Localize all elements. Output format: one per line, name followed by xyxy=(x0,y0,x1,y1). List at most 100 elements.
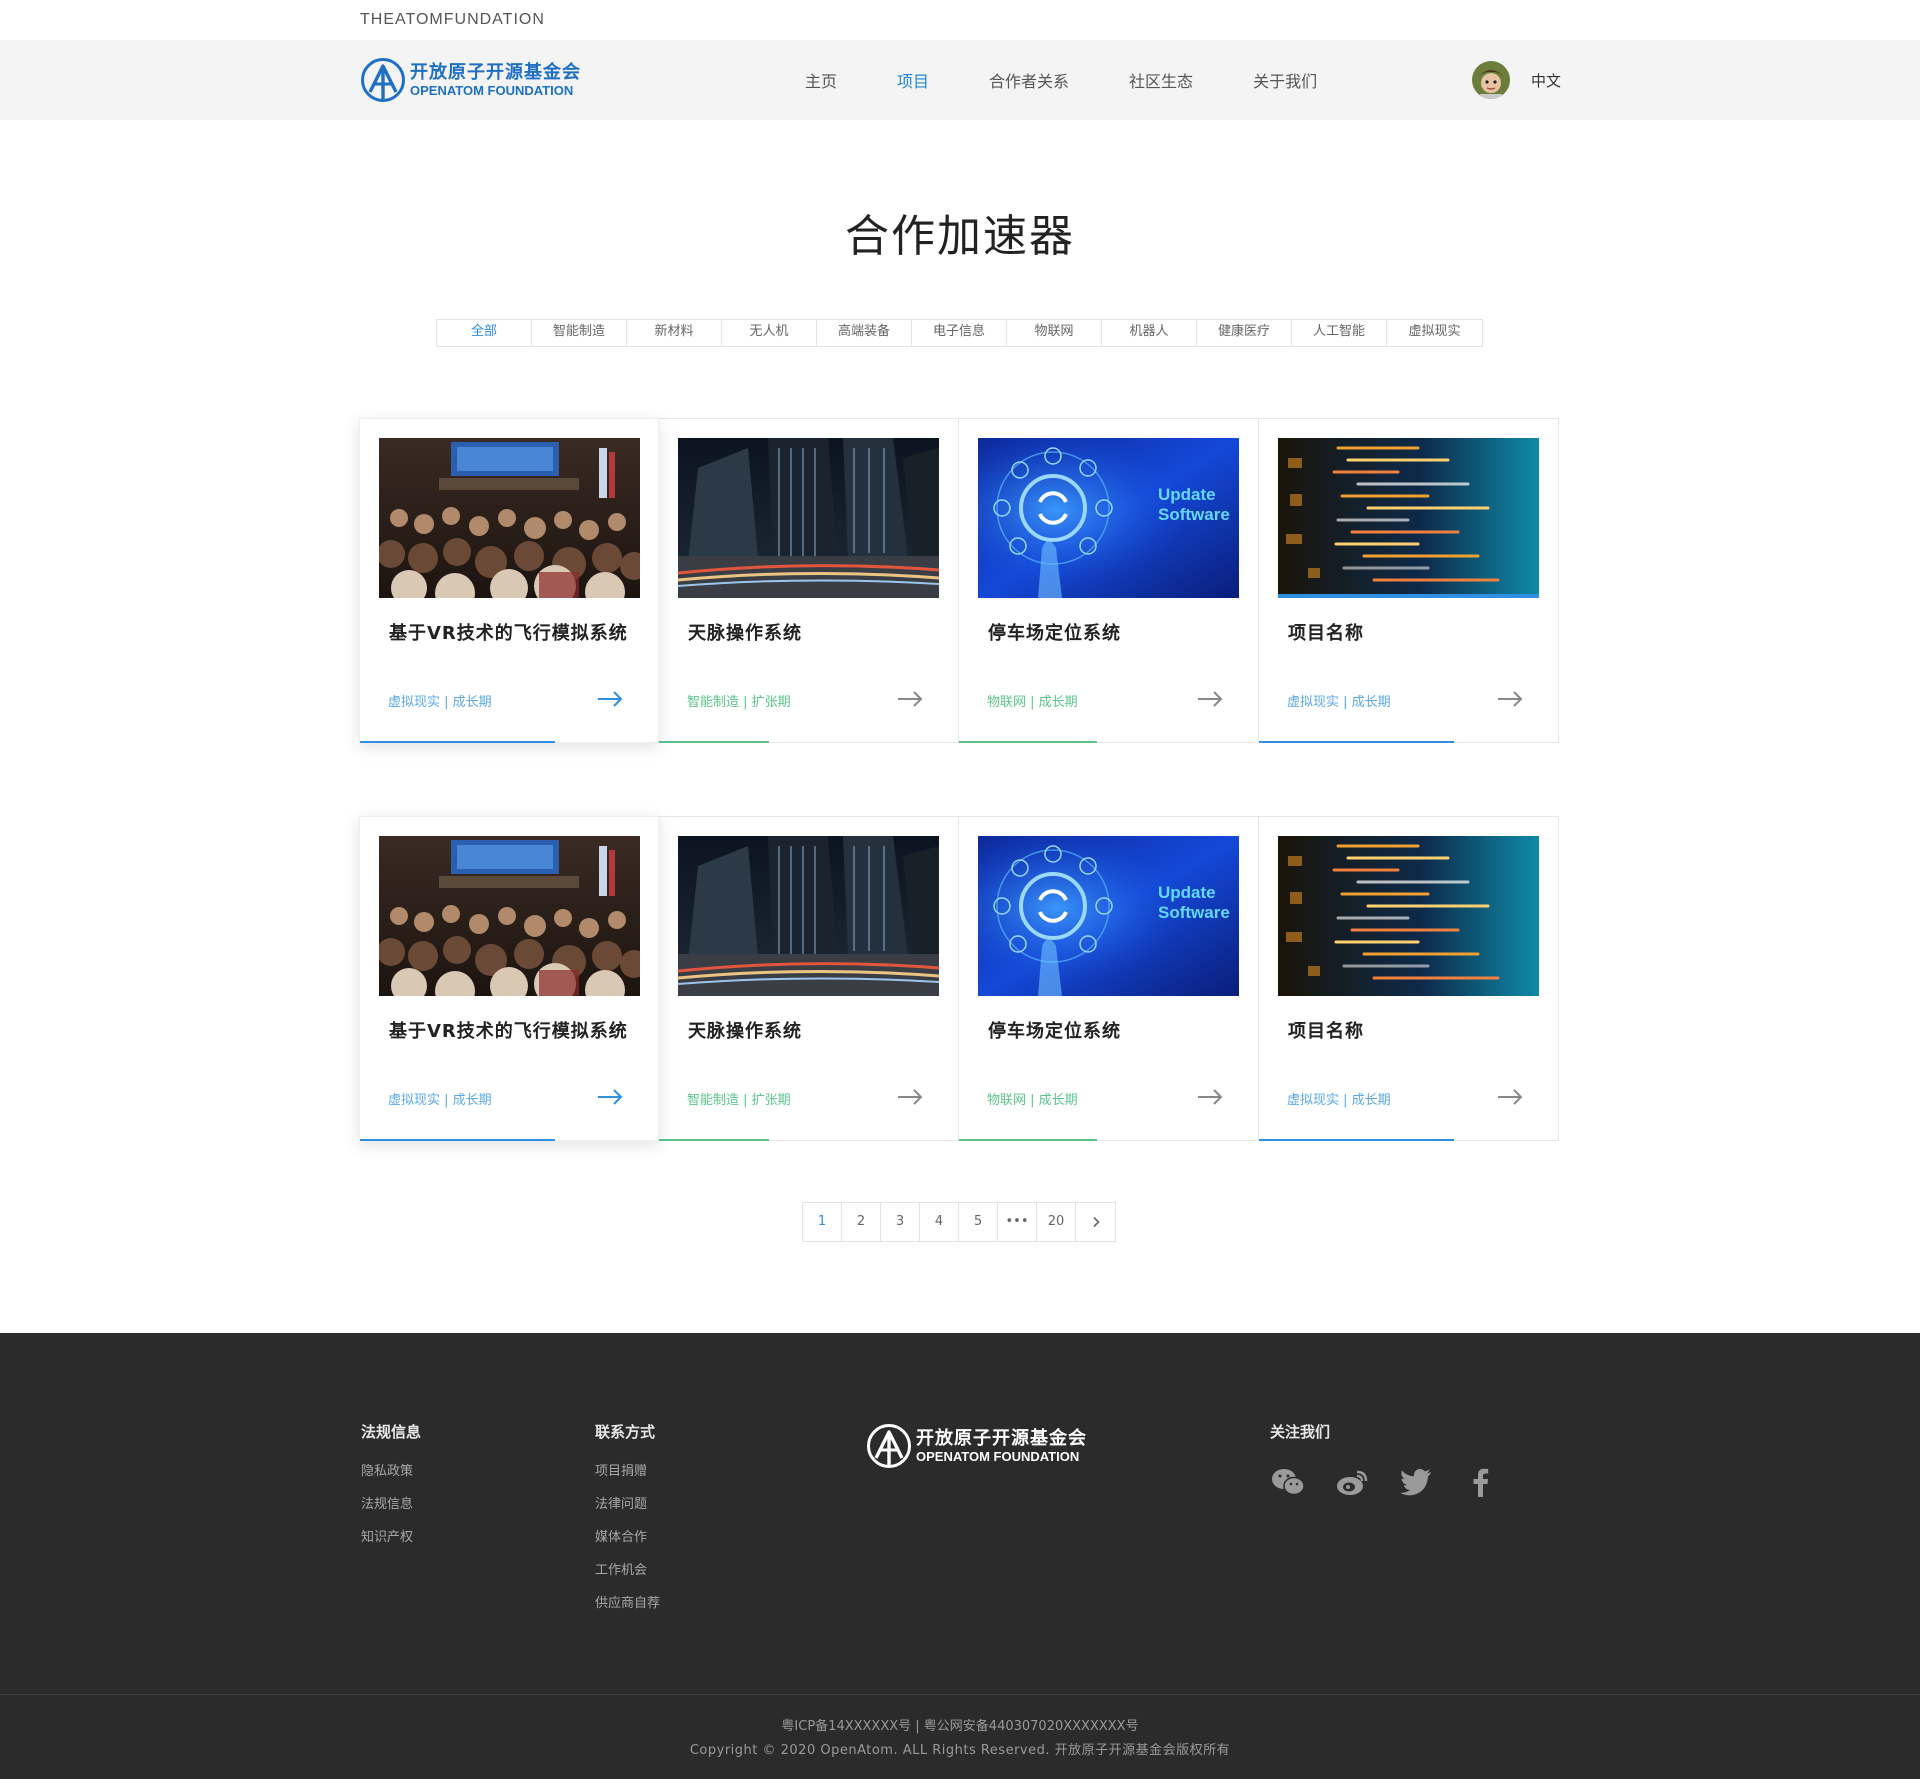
logo[interactable]: 开放原子开源基金会 OPENATOM FOUNDATION xyxy=(360,57,581,103)
filter-high-end-equipment[interactable]: 高端装备 xyxy=(817,320,912,346)
footer-contact-heading: 联系方式 xyxy=(595,1423,656,1441)
arrow-right-icon[interactable] xyxy=(1496,689,1524,709)
project-meta: 智能制造 | 扩张期 xyxy=(687,1093,791,1108)
project-title: 天脉操作系统 xyxy=(688,1021,802,1042)
footer-copyright: Copyright © 2020 OpenAtom. ALL Rights Re… xyxy=(689,1743,1231,1758)
twitter-icon[interactable] xyxy=(1398,1464,1434,1500)
arrow-right-icon[interactable] xyxy=(896,689,924,709)
footer: 法规信息 隐私政策 法规信息 知识产权 联系方式 项目捐赠 法律问题 媒体合作 … xyxy=(0,1333,1920,1779)
project-card[interactable]: 基于VR技术的飞行模拟系统 虚拟现实 | 成长期 xyxy=(359,418,659,743)
project-grid-row-2: 基于VR技术的飞行模拟系统 虚拟现实 | 成长期 天脉操作系统 智能制造 | 扩… xyxy=(359,816,1559,1141)
code-screen-photo xyxy=(1278,438,1539,598)
wechat-icon[interactable] xyxy=(1270,1464,1306,1500)
arrow-right-icon[interactable] xyxy=(1196,1087,1224,1107)
card-accent-bar xyxy=(1259,1139,1454,1141)
next-page-button[interactable] xyxy=(1076,1203,1115,1241)
footer-icp: 粤ICP备14XXXXXX号 | 粤公网安备440307020XXXXXXX号 xyxy=(781,1719,1139,1734)
page-ellipsis: ••• xyxy=(998,1203,1037,1241)
pagination: 1 2 3 4 5 ••• 20 xyxy=(802,1202,1116,1242)
footer-legal-heading: 法规信息 xyxy=(361,1423,422,1441)
page-button[interactable]: 4 xyxy=(920,1203,959,1241)
project-title: 停车场定位系统 xyxy=(988,1021,1121,1042)
filter-new-materials[interactable]: 新材料 xyxy=(627,320,722,346)
page-title: 合作加速器 xyxy=(845,211,1075,262)
project-meta: 虚拟现实 | 成长期 xyxy=(388,695,492,710)
page-button[interactable]: 2 xyxy=(842,1203,881,1241)
page-button[interactable]: 1 xyxy=(803,1203,842,1241)
footer-logo[interactable]: 开放原子开源基金会 OPENATOM FOUNDATION xyxy=(866,1423,1087,1469)
footer-link-media[interactable]: 媒体合作 xyxy=(595,1521,660,1554)
arrow-right-icon[interactable] xyxy=(896,1087,924,1107)
footer-link-regulations[interactable]: 法规信息 xyxy=(361,1488,421,1521)
arrow-right-icon[interactable] xyxy=(596,1087,624,1107)
card-accent-bar xyxy=(959,1139,1097,1141)
weibo-icon[interactable] xyxy=(1334,1464,1370,1500)
footer-logo-en: OPENATOM FOUNDATION xyxy=(916,1448,1080,1464)
filter-ai[interactable]: 人工智能 xyxy=(1292,320,1387,346)
night-city-skyscraper-photo xyxy=(678,836,939,996)
page-button[interactable]: 3 xyxy=(881,1203,920,1241)
card-accent-bar xyxy=(360,1139,555,1141)
social-icons xyxy=(1270,1464,1526,1500)
language-switch[interactable]: 中文 xyxy=(1531,70,1561,91)
footer-link-legal[interactable]: 法律问题 xyxy=(595,1488,660,1521)
footer-link-suppliers[interactable]: 供应商自荐 xyxy=(595,1587,660,1620)
footer-follow-column: 关注我们 xyxy=(1270,1421,1526,1500)
arrow-right-icon[interactable] xyxy=(1196,689,1224,709)
page-button[interactable]: 5 xyxy=(959,1203,998,1241)
project-meta: 虚拟现实 | 成长期 xyxy=(1287,695,1391,710)
arrow-right-icon[interactable] xyxy=(596,689,624,709)
project-card[interactable]: Update Software 停车场定位系统 物联网 | 成长期 xyxy=(959,418,1259,743)
card-accent-bar xyxy=(659,1139,769,1141)
footer-link-ip[interactable]: 知识产权 xyxy=(361,1521,421,1554)
project-card[interactable]: 项目名称 虚拟现实 | 成长期 xyxy=(1259,816,1559,1141)
footer-divider xyxy=(0,1694,1920,1695)
top-strip: THEATOMFUNDATION xyxy=(0,0,1920,40)
filter-robots[interactable]: 机器人 xyxy=(1102,320,1197,346)
facebook-icon[interactable] xyxy=(1462,1464,1498,1500)
project-title: 天脉操作系统 xyxy=(688,623,802,644)
filter-iot[interactable]: 物联网 xyxy=(1007,320,1102,346)
project-card[interactable]: 项目名称 虚拟现实 | 成长期 xyxy=(1259,418,1559,743)
nav-item-home[interactable]: 主页 xyxy=(805,68,837,92)
filter-electronics[interactable]: 电子信息 xyxy=(912,320,1007,346)
conference-audience-photo xyxy=(379,836,640,996)
footer-follow-heading: 关注我们 xyxy=(1270,1423,1331,1441)
nav-item-community[interactable]: 社区生态 xyxy=(1129,68,1193,92)
update-software-hand-graphic: Update Software xyxy=(978,438,1239,598)
footer-legal-column: 法规信息 隐私政策 法规信息 知识产权 xyxy=(361,1421,421,1554)
night-city-skyscraper-photo xyxy=(678,438,939,598)
project-meta: 物联网 | 成长期 xyxy=(987,695,1078,710)
code-screen-photo xyxy=(1278,836,1539,996)
project-card[interactable]: Update Software 停车场定位系统 物联网 | 成长期 xyxy=(959,816,1259,1141)
filter-healthcare[interactable]: 健康医疗 xyxy=(1197,320,1292,346)
footer-link-jobs[interactable]: 工作机会 xyxy=(595,1554,660,1587)
update-software-hand-graphic: Update Software xyxy=(978,836,1239,996)
arrow-right-icon[interactable] xyxy=(1496,1087,1524,1107)
nav-item-about[interactable]: 关于我们 xyxy=(1253,68,1317,92)
image-text-update: Update xyxy=(1158,485,1216,504)
nav-item-projects[interactable]: 项目 xyxy=(897,68,929,92)
project-card[interactable]: 天脉操作系统 智能制造 | 扩张期 xyxy=(659,816,959,1141)
avatar[interactable] xyxy=(1472,61,1510,99)
logo-en: OPENATOM FOUNDATION xyxy=(410,82,574,98)
filter-drones[interactable]: 无人机 xyxy=(722,320,817,346)
card-accent-bar xyxy=(360,741,555,743)
filter-all[interactable]: 全部 xyxy=(437,320,532,346)
filter-smart-manufacturing[interactable]: 智能制造 xyxy=(532,320,627,346)
image-text-software: Software xyxy=(1158,505,1230,524)
project-title: 停车场定位系统 xyxy=(988,623,1121,644)
image-text-software: Software xyxy=(1158,903,1230,922)
footer-link-donate[interactable]: 项目捐赠 xyxy=(595,1455,660,1488)
footer-link-privacy[interactable]: 隐私政策 xyxy=(361,1455,421,1488)
project-card[interactable]: 基于VR技术的飞行模拟系统 虚拟现实 | 成长期 xyxy=(359,816,659,1141)
category-filter-bar: 全部 智能制造 新材料 无人机 高端装备 电子信息 物联网 机器人 健康医疗 人… xyxy=(436,319,1483,347)
filter-vr[interactable]: 虚拟现实 xyxy=(1387,320,1482,346)
image-text-update: Update xyxy=(1158,883,1216,902)
project-meta: 物联网 | 成长期 xyxy=(987,1093,1078,1108)
page-button[interactable]: 20 xyxy=(1037,1203,1076,1241)
conference-audience-photo xyxy=(379,438,640,598)
nav-item-partners[interactable]: 合作者关系 xyxy=(989,68,1069,92)
project-card[interactable]: 天脉操作系统 智能制造 | 扩张期 xyxy=(659,418,959,743)
chevron-right-icon xyxy=(1092,1216,1100,1227)
